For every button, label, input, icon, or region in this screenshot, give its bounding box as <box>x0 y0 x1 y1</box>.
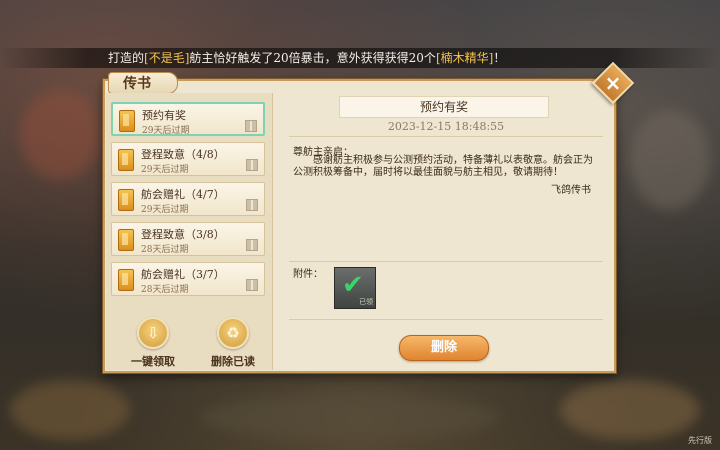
gift-icon <box>246 199 258 211</box>
broadcast-middle: 舫主恰好触发了20倍暴击，意外获得获得20个 <box>189 51 436 65</box>
mail-item-expire: 29天后过期 <box>142 126 190 136</box>
panel-tab-title: 传书 <box>108 72 178 94</box>
checkmark-icon: ✔ <box>342 270 364 300</box>
mail-actions: ⇩ 一键领取 ♻ 删除已读 <box>106 317 272 369</box>
mail-list-column: 预约有奖 29天后过期 登程致意（4/8） 29天后过期 舫会赠礼（4/7） 2… <box>106 93 273 370</box>
envelope-icon <box>118 269 134 291</box>
envelope-icon <box>119 110 135 132</box>
claim-all-label: 一键领取 <box>131 355 175 368</box>
claim-icon: ⇩ <box>137 317 169 349</box>
claim-all-button[interactable]: ⇩ 一键领取 <box>118 317 188 369</box>
mail-item[interactable]: 登程致意（4/8） 29天后过期 <box>111 142 265 176</box>
attachment-label: 附件： <box>293 269 323 280</box>
trash-icon: ♻ <box>217 317 249 349</box>
broadcast-suffix: ！ <box>493 51 506 65</box>
broadcast-prefix: 打造的 <box>108 51 145 65</box>
mail-item-expire: 28天后过期 <box>141 245 189 255</box>
divider <box>289 136 603 137</box>
version-label: 先行版 <box>688 436 712 445</box>
mail-item-title: 舫会赠礼（4/7） <box>141 188 225 201</box>
attachment-item[interactable]: ✔ 已领 <box>334 267 376 309</box>
envelope-icon <box>118 149 134 171</box>
mail-body: 感谢舫主积极参与公测预约活动，特备薄礼以表敬意。舫会正为公测积极筹备中，届时将以… <box>293 155 593 178</box>
mail-item-title: 舫会赠礼（3/7） <box>141 268 225 281</box>
gift-icon <box>246 279 258 291</box>
mail-item-title: 登程致意（3/8） <box>141 228 225 241</box>
delete-button[interactable]: 删除 <box>399 335 489 361</box>
broadcast-item-name: [楠木精华] <box>435 51 494 65</box>
mail-item-expire: 29天后过期 <box>141 205 189 215</box>
mail-title: 预约有奖 <box>339 96 549 118</box>
gift-icon <box>245 120 257 132</box>
divider <box>289 261 603 262</box>
gift-icon <box>246 239 258 251</box>
mail-item-title: 登程致意（4/8） <box>141 148 225 161</box>
delete-read-label: 删除已读 <box>211 355 255 368</box>
mail-detail: 预约有奖 2023-12-15 18:48:55 尊舫主亲启： 感谢舫主积极参与… <box>279 93 613 370</box>
divider <box>289 319 603 320</box>
mail-item[interactable]: 预约有奖 29天后过期 <box>111 102 265 136</box>
mail-item-expire: 29天后过期 <box>141 165 189 175</box>
mail-item[interactable]: 舫会赠礼（4/7） 29天后过期 <box>111 182 265 216</box>
attachment-claimed-tag: 已领 <box>359 298 373 306</box>
mail-item-title: 预约有奖 <box>142 109 186 122</box>
mail-item[interactable]: 登程致意（3/8） 28天后过期 <box>111 222 265 256</box>
mail-date: 2023-12-15 18:48:55 <box>387 120 505 133</box>
broadcast-player-name: [不是毛] <box>144 51 190 65</box>
envelope-icon <box>118 229 134 251</box>
mail-item-expire: 28天后过期 <box>141 285 189 295</box>
mail-signature: 飞鸽传书 <box>551 185 591 196</box>
gift-icon <box>246 159 258 171</box>
mail-item[interactable]: 舫会赠礼（3/7） 28天后过期 <box>111 262 265 296</box>
mail-list[interactable]: 预约有奖 29天后过期 登程致意（4/8） 29天后过期 舫会赠礼（4/7） 2… <box>111 102 268 312</box>
envelope-icon <box>118 189 134 211</box>
delete-read-button[interactable]: ♻ 删除已读 <box>198 317 268 369</box>
